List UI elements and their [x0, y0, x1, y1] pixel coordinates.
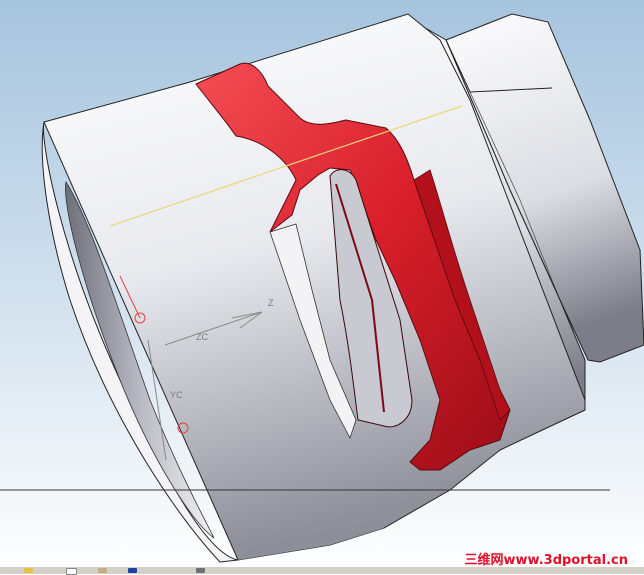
- cad-viewport[interactable]: Z ZC YC: [0, 0, 644, 573]
- folder-icon[interactable]: [24, 568, 33, 573]
- document-icon[interactable]: [66, 568, 77, 575]
- axis-label-z: Z: [268, 298, 274, 308]
- axis-label-yc: YC: [170, 390, 183, 400]
- edit-icon[interactable]: [196, 568, 205, 573]
- axis-label-zc: ZC: [196, 332, 208, 342]
- save-icon[interactable]: [128, 568, 137, 573]
- window-icon[interactable]: [98, 568, 107, 573]
